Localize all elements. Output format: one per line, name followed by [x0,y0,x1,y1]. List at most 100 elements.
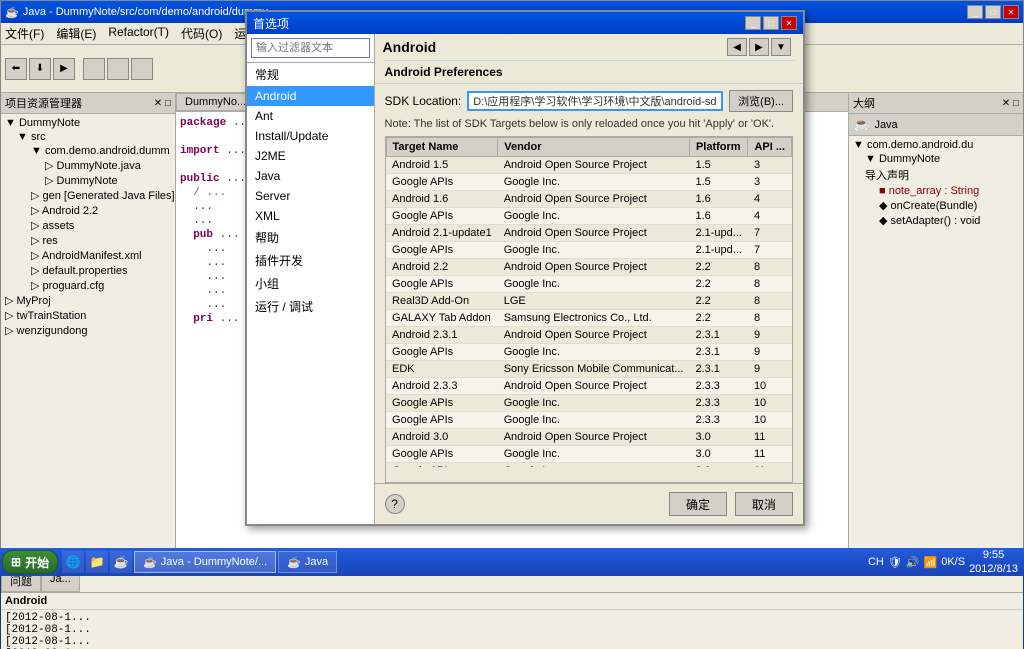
nav-plugin-dev[interactable]: 插件开发 [247,249,374,272]
toolbar-btn-3[interactable]: ▶ [53,58,75,80]
cell-platform: 2.2 [689,310,747,327]
table-row[interactable]: Android 2.3.1 Android Open Source Projec… [386,327,791,344]
cell-vendor: Google Inc. [498,242,690,259]
nav-prev-btn[interactable]: ◀ [727,38,747,56]
nav-general[interactable]: 常规 [247,63,374,86]
cell-target: Google APIs [386,276,498,293]
cell-target: Google APIs [386,446,498,463]
prefs-close-btn[interactable]: ✕ [781,16,797,30]
tree-item-default-props[interactable]: ▷ default.properties [3,263,173,278]
nav-ant[interactable]: Ant [247,106,374,126]
cell-platform: 1.6 [689,208,747,225]
table-row[interactable]: Google APIs Google Inc. 2.1-upd... 7 [386,242,791,259]
outline-item-imports[interactable]: 导入声明 [851,166,1021,184]
nav-server[interactable]: Server [247,186,374,206]
table-row[interactable]: Google APIs Google Inc. 2.3.1 9 [386,344,791,361]
cell-target: Android 2.2 [386,259,498,276]
toolbar-btn-1[interactable]: ⬅ [5,58,27,80]
table-row[interactable]: Google APIs Google Inc. 3.0 11 [386,446,791,463]
prefs-maximize-btn[interactable]: □ [763,16,779,30]
tree-item-android22[interactable]: ▷ Android 2.2 [3,203,173,218]
sdk-location-input[interactable] [467,91,723,111]
bottom-console: [2012-08-1... [2012-08-1... [2012-08-1..… [1,610,1023,649]
table-row[interactable]: GALAXY Tab Addon Samsung Electronics Co.… [386,310,791,327]
nav-help[interactable]: 帮助 [247,226,374,249]
menu-file[interactable]: 文件(F) [5,25,44,42]
outline-item-dummynote[interactable]: ▼ DummyNote [851,152,1021,166]
tree-item-twtrainstation[interactable]: ▷ twTrainStation [3,308,173,323]
cell-vendor: Android Open Source Project [498,225,690,242]
cell-target: Android 2.3.3 [386,378,498,395]
cell-target: EDK [386,361,498,378]
outline-item-package[interactable]: ▼ com.demo.android.du [851,138,1021,152]
ok-btn[interactable]: 确定 [669,492,727,516]
close-btn[interactable]: ✕ [1003,5,1019,19]
minimize-btn[interactable]: _ [967,5,983,19]
prefs-section-title: Android Preferences [375,61,803,84]
nav-run-debug[interactable]: 运行 / 调试 [247,295,374,318]
toolbar-btn-5[interactable] [107,58,129,80]
tree-item-gen[interactable]: ▷ gen [Generated Java Files] [3,188,173,203]
editor-tab-dummynote[interactable]: DummyNo... [176,93,255,111]
tree-item-dummynote-class[interactable]: ▷ DummyNote [3,173,173,188]
sdk-table-scroll[interactable]: Target Name Vendor Platform API ... Andr… [386,137,792,467]
nav-team[interactable]: 小组 [247,272,374,295]
tray-clock[interactable]: 9:55 2012/8/13 [969,548,1018,577]
sdk-browse-btn[interactable]: 浏览(B)... [729,90,793,112]
nav-dropdown-btn[interactable]: ▼ [771,38,791,56]
tree-item-src[interactable]: ▼ src [3,130,173,144]
tree-item-dummynote[interactable]: ▼ DummyNote [3,116,173,130]
table-row[interactable]: Google APIs Google Inc. 2.3.3 10 [386,395,791,412]
nav-java[interactable]: Java [247,166,374,186]
table-row[interactable]: Google APIs Google Inc. 2.3.3 10 [386,412,791,429]
nav-android[interactable]: Android [247,86,374,106]
table-row[interactable]: Google APIs Google Inc. 1.6 4 [386,208,791,225]
table-row[interactable]: Android 3.0 Android Open Source Project … [386,429,791,446]
table-row[interactable]: Android 1.6 Android Open Source Project … [386,191,791,208]
menu-code[interactable]: 代码(O) [181,25,222,42]
table-row[interactable]: Android 2.1-update1 Android Open Source … [386,225,791,242]
quicklaunch-ie[interactable]: 🌐 [62,551,84,573]
tree-item-assets[interactable]: ▷ assets [3,218,173,233]
nav-j2me[interactable]: J2ME [247,146,374,166]
table-row[interactable]: Google APIs Google Inc. 1.5 3 [386,174,791,191]
quicklaunch-folder[interactable]: 📁 [86,551,108,573]
outline-item-notearray[interactable]: ■ note_array : String [851,184,1021,198]
table-row[interactable]: Android 2.2 Android Open Source Project … [386,259,791,276]
table-row[interactable]: Google APIs Google Inc. 2.2 8 [386,276,791,293]
start-button[interactable]: ⊞ 开始 [2,550,58,574]
tree-item-package[interactable]: ▼ com.demo.android.dumm [3,144,173,158]
table-row[interactable]: Google APIs Google Inc. 3.0 11 [386,463,791,468]
table-row[interactable]: Real3D Add-On LGE 2.2 8 [386,293,791,310]
quicklaunch-eclipse[interactable]: ☕ [110,551,132,573]
outline-item-oncreate[interactable]: ◆ onCreate(Bundle) [851,198,1021,213]
tree-item-manifest[interactable]: ▷ AndroidManifest.xml [3,248,173,263]
nav-xml[interactable]: XML [247,206,374,226]
table-row[interactable]: Android 1.5 Android Open Source Project … [386,157,791,174]
toolbar-btn-2[interactable]: ⬇ [29,58,51,80]
menu-refactor[interactable]: Refactor(T) [108,25,169,42]
tray-shield-icon: 🛡 [888,556,902,569]
cancel-btn[interactable]: 取消 [735,492,793,516]
menu-edit[interactable]: 编辑(E) [56,25,96,42]
tree-item-proguard[interactable]: ▷ proguard.cfg [3,278,173,293]
help-icon[interactable]: ? [385,494,405,514]
prefs-minimize-btn[interactable]: _ [745,16,761,30]
table-row[interactable]: EDK Sony Ericsson Mobile Communicat... 2… [386,361,791,378]
tree-item-dummynote-java[interactable]: ▷ DummyNote.java [3,158,173,173]
outline-item-setadapter[interactable]: ◆ setAdapter() : void [851,213,1021,228]
tree-item-wenzigundong[interactable]: ▷ wenzigundong [3,323,173,338]
cell-api: 10 [748,378,792,395]
taskbar-item-ide[interactable]: ☕ Java - DummyNote/... [134,551,276,573]
table-row[interactable]: Android 2.3.3 Android Open Source Projec… [386,378,791,395]
nav-install-update[interactable]: Install/Update [247,126,374,146]
taskbar-item-java[interactable]: ☕ Java [278,551,337,573]
toolbar-btn-4[interactable] [83,58,105,80]
tree-item-res[interactable]: ▷ res [3,233,173,248]
prefs-search-input[interactable] [251,38,370,58]
maximize-btn[interactable]: □ [985,5,1001,19]
left-panel-controls: ✕ □ [154,98,171,109]
tree-item-myproj[interactable]: ▷ MyProj [3,293,173,308]
nav-next-btn[interactable]: ▶ [749,38,769,56]
toolbar-btn-6[interactable] [131,58,153,80]
